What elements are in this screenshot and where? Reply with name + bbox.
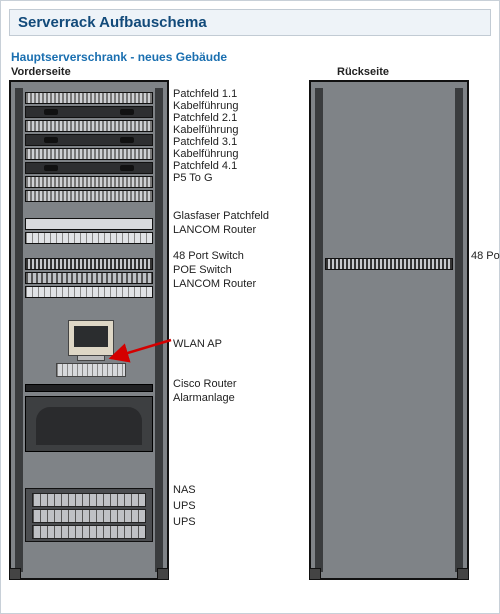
label: Patchfeld 1.1 xyxy=(173,88,237,100)
label: Patchfeld 2.1 xyxy=(173,112,237,124)
labels-layer: Patchfeld 1.1 Kabelführung Patchfeld 2.1… xyxy=(9,80,489,585)
label: 48 Port Switch xyxy=(471,250,500,262)
label: UPS xyxy=(173,500,196,512)
label: Kabelführung xyxy=(173,148,238,160)
label: Kabelführung xyxy=(173,124,238,136)
label: LANCOM Router xyxy=(173,224,256,236)
label: P5 To G xyxy=(173,172,213,184)
label: 48 Port Switch xyxy=(173,250,244,262)
label: Cisco Router xyxy=(173,378,237,390)
back-heading: Rückseite xyxy=(337,66,389,78)
rack-stage: Patchfeld 1.1 Kabelführung Patchfeld 2.1… xyxy=(9,80,489,585)
label: Patchfeld 3.1 xyxy=(173,136,237,148)
label: NAS xyxy=(173,484,196,496)
front-heading: Vorderseite xyxy=(11,66,71,78)
label: UPS xyxy=(173,516,196,528)
label: Patchfeld 4.1 xyxy=(173,160,237,172)
label: Alarmanlage xyxy=(173,392,235,404)
label: LANCOM Router xyxy=(173,278,256,290)
page-subtitle: Hauptserverschrank - neues Gebäude xyxy=(11,50,489,64)
label: Kabelführung xyxy=(173,100,238,112)
label: WLAN AP xyxy=(173,338,222,350)
page-title: Serverrack Aufbauschema xyxy=(9,9,491,36)
label: Glasfaser Patchfeld xyxy=(173,210,269,222)
label: POE Switch xyxy=(173,264,232,276)
column-headings: Vorderseite Rückseite xyxy=(9,66,469,78)
